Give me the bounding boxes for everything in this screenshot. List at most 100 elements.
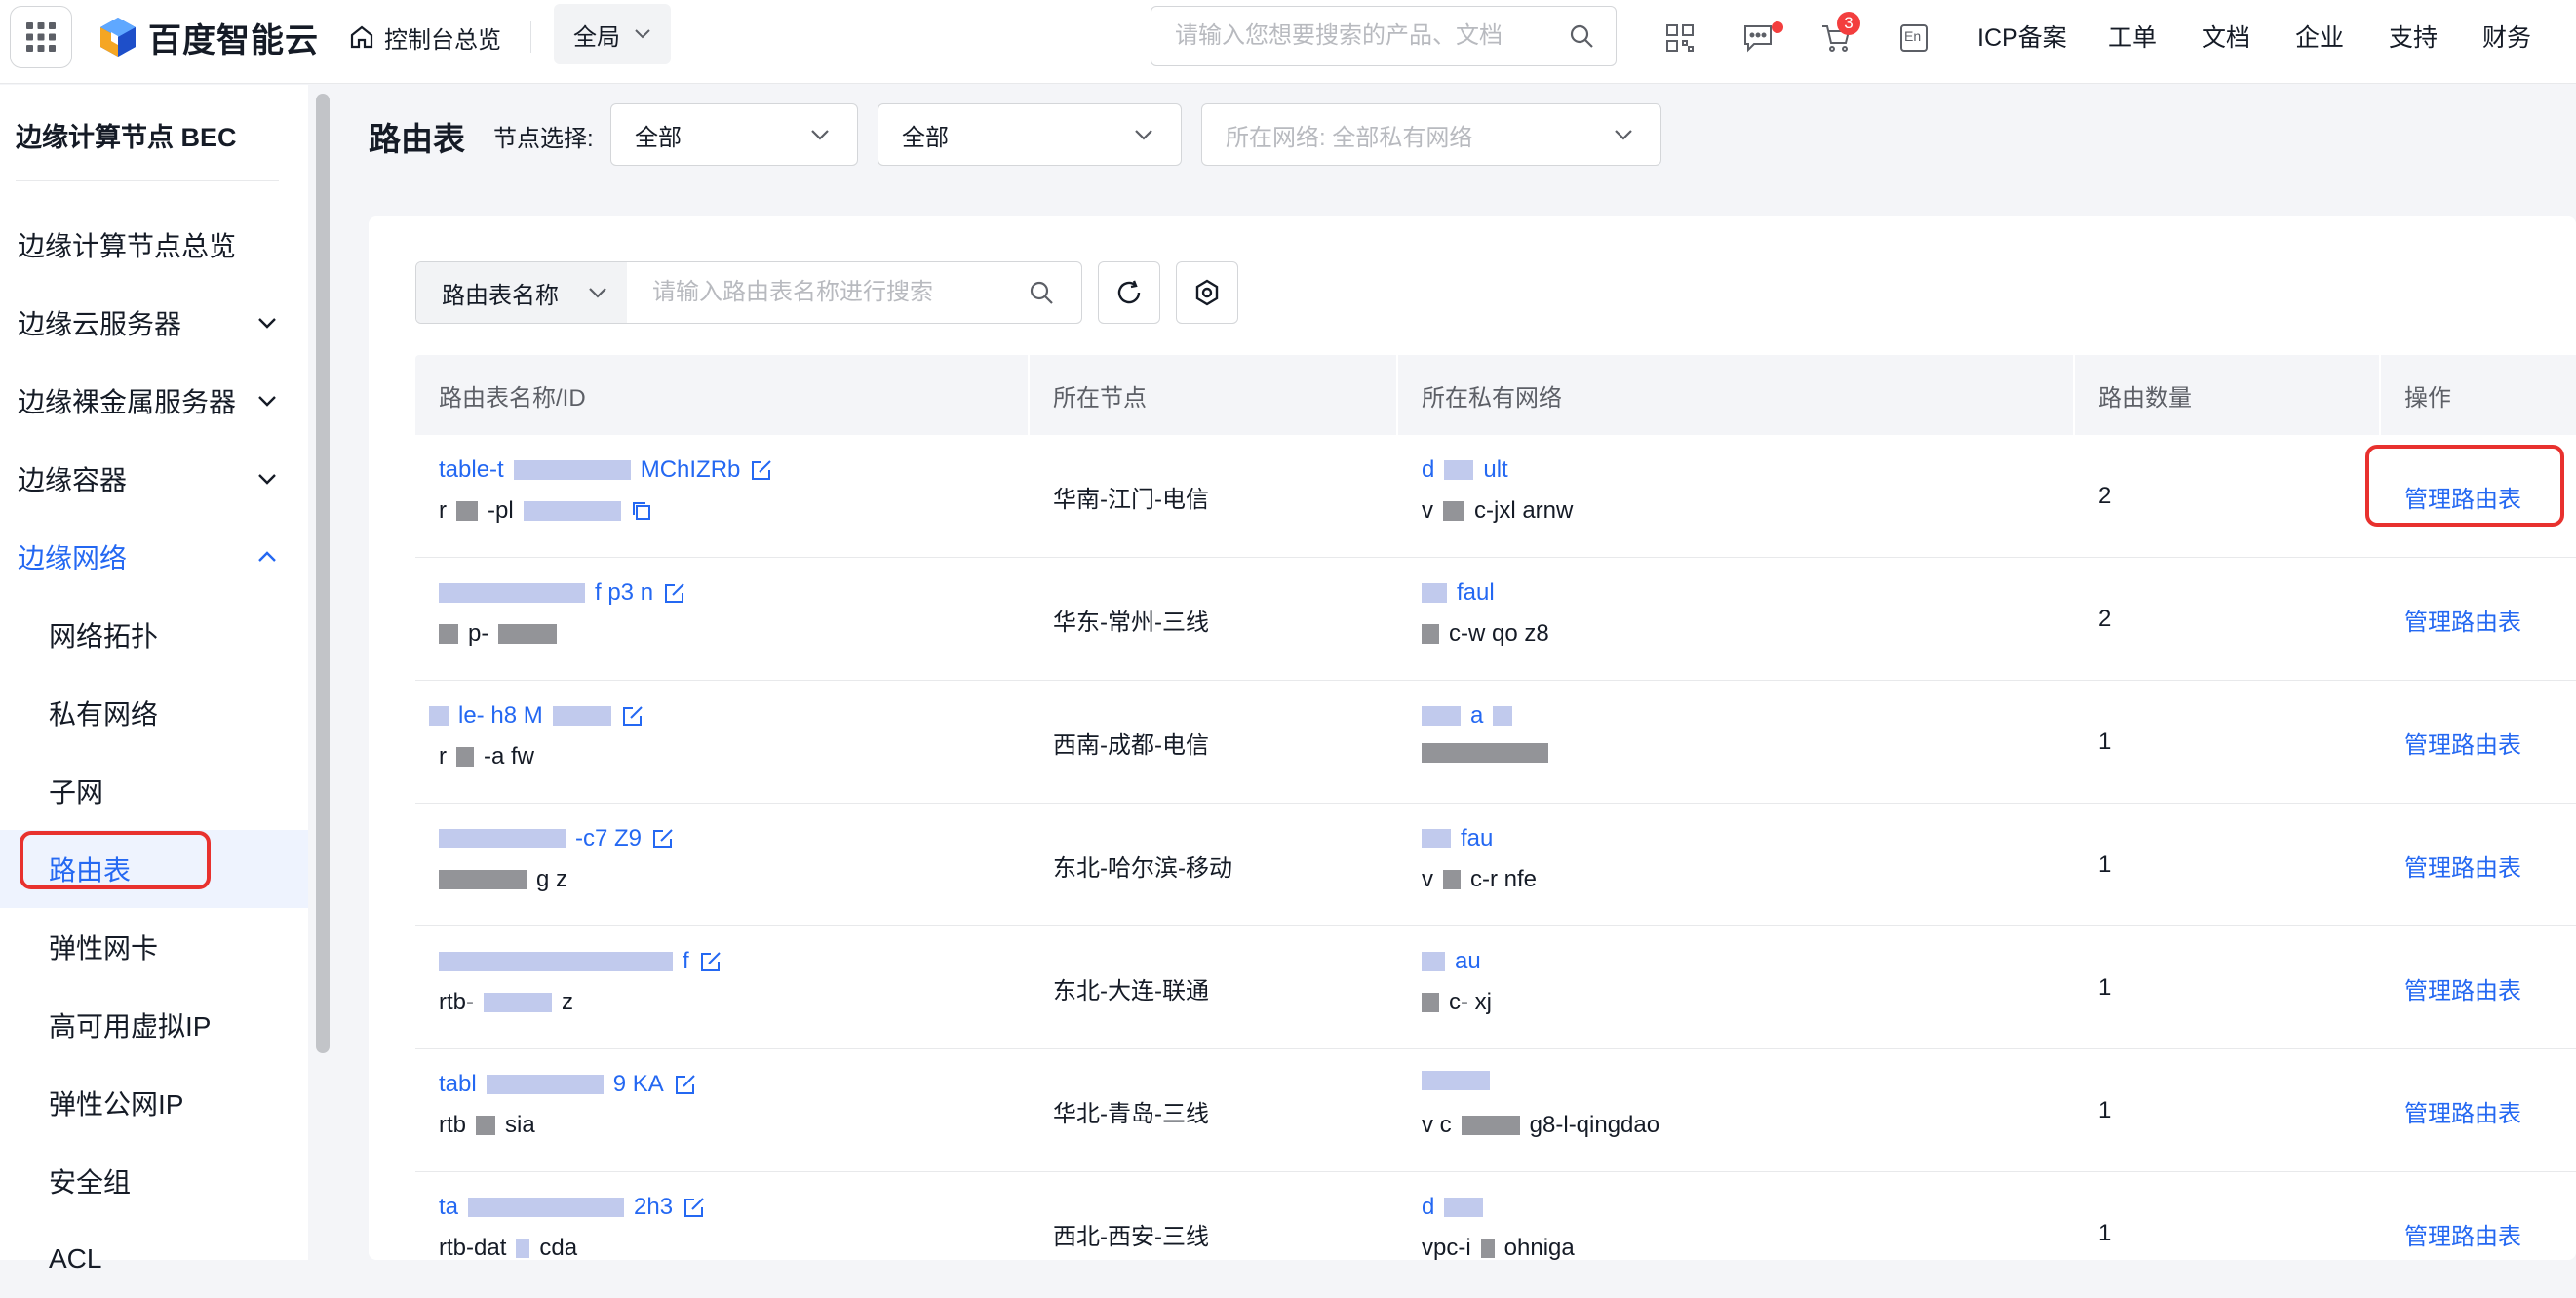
table-row: le- h8 M r -a fw 西南-成都-电信 a 1 管理路由表 — [415, 681, 2576, 804]
manage-route-table-link[interactable]: 管理路由表 — [2404, 926, 2521, 1049]
sidebar-item-overview[interactable]: 边缘计算节点总览 — [0, 206, 308, 284]
chevron-down-icon — [1135, 130, 1152, 140]
vpc-name-link[interactable]: au — [1422, 948, 1481, 975]
redaction-mask — [456, 747, 474, 767]
nav-link-support[interactable]: 支持 — [2389, 21, 2438, 55]
sidebar-item-edge-network[interactable]: 边缘网络 — [0, 518, 308, 596]
route-count-cell: 2 — [2098, 606, 2112, 632]
vpc-id-tail: ohniga — [1503, 1235, 1575, 1261]
global-search[interactable] — [1151, 6, 1617, 66]
sidebar-item-bare-metal[interactable]: 边缘裸金属服务器 — [0, 362, 308, 440]
sidebar-item-security-group[interactable]: 安全组 — [0, 1142, 308, 1220]
vpc-name-link[interactable]: fau — [1422, 825, 1493, 852]
route-table-name-link[interactable]: tabl 9 KA — [439, 1071, 697, 1098]
vpc-name-link[interactable]: faul — [1422, 579, 1495, 607]
sidebar-item-label: 边缘网络 — [18, 543, 128, 573]
sidebar-item-route-table[interactable]: 路由表 — [0, 830, 308, 908]
sidebar-item-label: 安全组 — [49, 1167, 132, 1198]
sidebar-item-edge-servers[interactable]: 边缘云服务器 — [0, 284, 308, 362]
messages-button[interactable] — [1741, 21, 1775, 55]
vpc-name-link[interactable]: a — [1422, 702, 1513, 729]
route-table-search-input[interactable] — [652, 279, 1023, 306]
redaction-mask — [1493, 706, 1513, 726]
settings-button[interactable] — [1176, 261, 1238, 324]
console-home-link[interactable]: 控制台总览 — [349, 18, 501, 57]
qrcode-icon — [1666, 24, 1694, 52]
vpc-name-link[interactable]: d — [1422, 1194, 1484, 1221]
vpc-name: d — [1422, 456, 1435, 483]
route-table-name-link[interactable]: f p3 n — [439, 579, 686, 607]
refresh-icon — [1117, 280, 1141, 304]
sidebar-scrollbar-thumb[interactable] — [316, 94, 330, 1053]
global-search-input[interactable] — [1175, 22, 1545, 50]
vpc-name-link[interactable]: d ult — [1422, 456, 1508, 484]
vpc-name-link[interactable] — [1422, 1071, 1490, 1090]
qrcode-button[interactable] — [1663, 21, 1697, 55]
language-button[interactable]: En — [1897, 21, 1931, 55]
manage-route-table-link[interactable]: 管理路由表 — [2404, 804, 2521, 926]
nav-link-finance[interactable]: 财务 — [2482, 21, 2531, 55]
sidebar-item-containers[interactable]: 边缘容器 — [0, 440, 308, 518]
manage-route-table-link[interactable]: 管理路由表 — [2404, 435, 2521, 558]
language-label: En — [1904, 28, 1922, 44]
cart-count-badge: 3 — [1837, 12, 1860, 35]
edit-icon[interactable] — [651, 827, 675, 850]
route-count-cell: 2 — [2098, 483, 2112, 509]
table-row: ta 2h3 rtb-dat cda 西北-西安-三线 d vpc-i ohniga … — [415, 1172, 2576, 1295]
manage-route-table-link[interactable]: 管理路由表 — [2404, 681, 2521, 804]
edit-icon[interactable] — [621, 704, 644, 728]
search-icon[interactable] — [1029, 280, 1054, 305]
route-table-id-head: r — [439, 497, 447, 524]
redaction-mask — [1444, 460, 1474, 480]
edit-icon[interactable] — [683, 1196, 706, 1219]
search-type-select[interactable]: 路由表名称 — [416, 262, 627, 323]
brand-logo[interactable]: 百度智能云 — [98, 14, 319, 60]
table-row: f rtb-z 东北-大连-联通 au c- xj 1 管理路由表 — [415, 926, 2576, 1049]
network-select[interactable]: 所在网络: 全部私有网络 — [1201, 103, 1661, 166]
nav-link-icp[interactable]: ICP备案 — [1977, 21, 2067, 55]
sidebar-item-eip[interactable]: 弹性公网IP — [0, 1064, 308, 1142]
route-table-name-link[interactable]: ta 2h3 — [439, 1194, 706, 1221]
search-icon[interactable] — [1569, 23, 1594, 49]
redaction-mask — [523, 501, 621, 521]
edit-icon[interactable] — [663, 581, 686, 605]
region-select[interactable]: 全局 — [554, 4, 671, 64]
redaction-mask — [552, 706, 611, 726]
sidebar-item-topology[interactable]: 网络拓扑 — [0, 596, 308, 674]
edit-icon[interactable] — [674, 1073, 697, 1096]
edit-icon[interactable] — [699, 950, 722, 973]
route-table-id-head: rtb — [439, 1112, 467, 1138]
sidebar-item-eni[interactable]: 弹性网卡 — [0, 908, 308, 986]
manage-route-table-link[interactable]: 管理路由表 — [2404, 558, 2521, 681]
refresh-button[interactable] — [1098, 261, 1160, 324]
copy-icon[interactable] — [631, 500, 652, 522]
route-table-name: tabl — [439, 1071, 477, 1097]
route-table-name-link[interactable]: f — [439, 948, 722, 975]
sidebar-item-subnet[interactable]: 子网 — [0, 752, 308, 830]
sidebar-item-havip[interactable]: 高可用虚拟IP — [0, 986, 308, 1064]
node-city-select[interactable]: 全部 — [878, 103, 1182, 166]
node-cell: 华南-江门-电信 — [1053, 486, 1209, 513]
sidebar-item-label: 边缘云服务器 — [18, 309, 182, 339]
manage-route-table-link[interactable]: 管理路由表 — [2404, 1049, 2521, 1172]
sidebar-item-label: 网络拓扑 — [49, 621, 159, 651]
route-table-name-link[interactable]: -c7 Z9 — [439, 825, 675, 852]
nav-link-enterprise[interactable]: 企业 — [2295, 21, 2344, 55]
route-table-name-link[interactable]: table-t MChIZRb — [439, 456, 773, 484]
sidebar: 边缘计算节点 BEC 边缘计算节点总览 边缘云服务器 边缘裸金属服务器 边缘容器… — [0, 85, 308, 1274]
sidebar-item-label: 子网 — [49, 777, 104, 807]
sidebar-item-acl[interactable]: ACL — [0, 1220, 308, 1298]
route-table-search: 路由表名称 — [415, 261, 1082, 324]
route-table-name-link[interactable]: le- h8 M — [429, 702, 644, 729]
app-grid-button[interactable] — [10, 6, 72, 68]
vpc-id: vpc-i ohniga — [1422, 1235, 1575, 1262]
edit-icon[interactable] — [750, 458, 773, 482]
sidebar-item-vpc[interactable]: 私有网络 — [0, 674, 308, 752]
chevron-up-icon — [258, 551, 276, 562]
node-region-select[interactable]: 全部 — [610, 103, 858, 166]
nav-link-tickets[interactable]: 工单 — [2108, 21, 2157, 55]
route-table-name: ta — [439, 1194, 459, 1220]
node-cell: 东北-哈尔滨-移动 — [1053, 854, 1232, 882]
nav-link-docs[interactable]: 文档 — [2202, 21, 2250, 55]
manage-route-table-link[interactable]: 管理路由表 — [2404, 1172, 2521, 1295]
